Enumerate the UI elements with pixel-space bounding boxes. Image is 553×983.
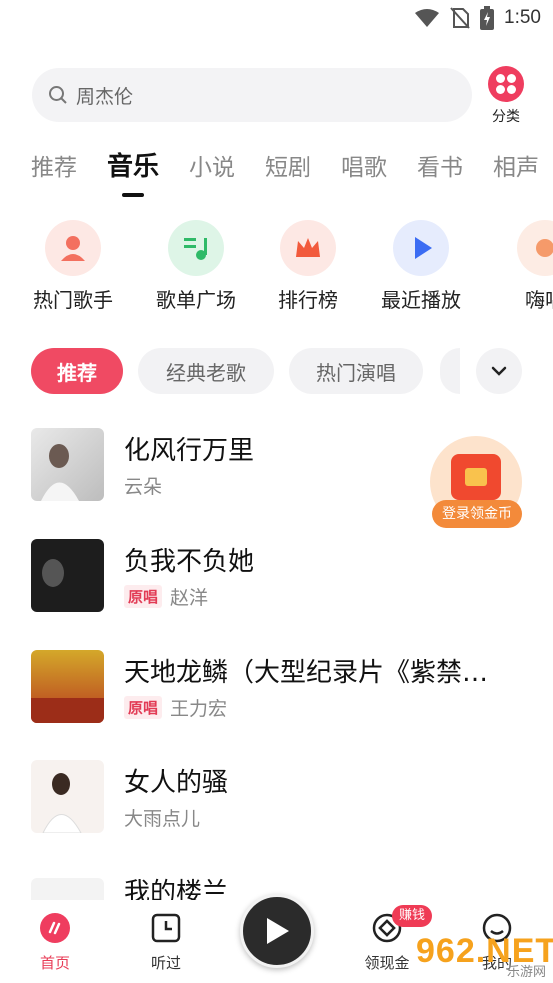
quick-charts[interactable]: 排行榜 (253, 220, 363, 313)
search-icon (49, 86, 67, 104)
song-meta: 大雨点儿 (124, 804, 200, 831)
quick-playlist-square[interactable]: 歌单广场 (141, 220, 251, 313)
song-title: 负我不负她 (124, 547, 255, 577)
quick-label: 排行榜 (278, 288, 338, 312)
chip-classic-oldies[interactable]: 经典老歌 (138, 348, 274, 394)
search-text: 周杰伦 (76, 85, 134, 108)
quick-label: 歌单广场 (156, 288, 236, 312)
tab-music-label: 音乐 (107, 152, 160, 182)
quick-hi-sing[interactable]: 嗨唱 (490, 220, 553, 313)
song-row[interactable]: 天地龙鳞（大型纪录片《紫禁… 原唱 王力宏 (31, 650, 531, 724)
tab-music[interactable]: 音乐 (107, 146, 160, 197)
nav-home-label: 首页 (39, 954, 70, 972)
nav-home[interactable]: 首页 (20, 912, 90, 973)
tab-recommend[interactable]: 推荐 (31, 148, 77, 185)
battery-charging-icon (480, 6, 495, 30)
tab-crosstalk[interactable]: 相声 (493, 148, 539, 185)
watermark: 962.NET 乐游网 (416, 932, 553, 980)
category-label: 分类 (492, 109, 520, 125)
quick-label: 热门歌手 (33, 288, 113, 312)
chevron-down-icon (491, 366, 507, 376)
playlist-icon (168, 220, 224, 276)
login-coin-float[interactable]: 登录领金币 (430, 436, 522, 530)
tab-sing[interactable]: 唱歌 (341, 148, 387, 185)
song-artist: 云朵 (124, 476, 163, 498)
red-envelope-icon (451, 454, 501, 500)
grid-dots-icon (488, 66, 524, 102)
now-playing-button[interactable] (240, 894, 314, 968)
status-icons: 1:50 (414, 6, 541, 30)
song-title: 天地龙鳞（大型纪录片《紫禁… (124, 658, 489, 688)
album-cover (31, 650, 104, 723)
song-meta: 云朵 (124, 472, 162, 499)
clock-icon (151, 913, 181, 943)
tab-short-drama[interactable]: 短剧 (265, 148, 311, 185)
singer-icon (45, 220, 101, 276)
song-title: 化风行万里 (124, 436, 255, 466)
album-cover (31, 428, 104, 501)
category-button[interactable]: 分类 (484, 66, 528, 126)
nav-history[interactable]: 听过 (131, 912, 201, 973)
tab-active-indicator (122, 193, 144, 197)
song-row[interactable]: 女人的骚 大雨点儿 (31, 760, 531, 834)
chip-recommend[interactable]: 推荐 (31, 348, 123, 394)
nav-history-label: 听过 (150, 954, 181, 972)
quick-label: 嗨唱 (525, 288, 553, 312)
tab-read[interactable]: 看书 (417, 148, 463, 185)
chip-hot-performance[interactable]: 热门演唱 (289, 348, 423, 394)
quick-hot-singers[interactable]: 热门歌手 (18, 220, 128, 313)
status-bar: 1:50 (0, 0, 553, 40)
chip-more-partial[interactable] (440, 348, 460, 394)
top-tabs: 推荐 音乐 小说 短剧 唱歌 看书 相声 (31, 146, 553, 197)
song-meta: 原唱 王力宏 (124, 694, 227, 721)
song-title: 女人的骚 (124, 768, 229, 798)
song-artist: 王力宏 (170, 698, 228, 720)
play-icon (393, 220, 449, 276)
album-cover (31, 539, 104, 612)
song-meta: 原唱 赵洋 (124, 583, 208, 610)
wifi-icon (415, 9, 440, 27)
song-artist: 大雨点儿 (124, 808, 201, 830)
song-row[interactable]: 负我不负她 原唱 赵洋 (31, 539, 531, 613)
song-artist: 赵洋 (170, 587, 209, 609)
play-icon (267, 918, 289, 944)
mic-icon (517, 220, 553, 276)
home-icon (40, 913, 70, 943)
quick-label: 最近播放 (381, 288, 461, 312)
original-badge: 原唱 (124, 696, 163, 719)
tab-novel[interactable]: 小说 (189, 148, 235, 185)
crown-icon (280, 220, 336, 276)
album-cover (31, 760, 104, 833)
watermark-sub: 乐游网 (506, 965, 546, 980)
status-time: 1:50 (504, 7, 541, 28)
search-input[interactable]: 周杰伦 (32, 68, 472, 122)
original-badge: 原唱 (124, 585, 163, 608)
chip-expand-button[interactable] (476, 348, 522, 394)
nav-earn-label: 领现金 (364, 954, 410, 972)
no-sim-icon (450, 7, 470, 29)
quick-recent-play[interactable]: 最近播放 (366, 220, 476, 313)
coin-label: 登录领金币 (432, 500, 522, 528)
earn-badge: 赚钱 (392, 905, 433, 927)
